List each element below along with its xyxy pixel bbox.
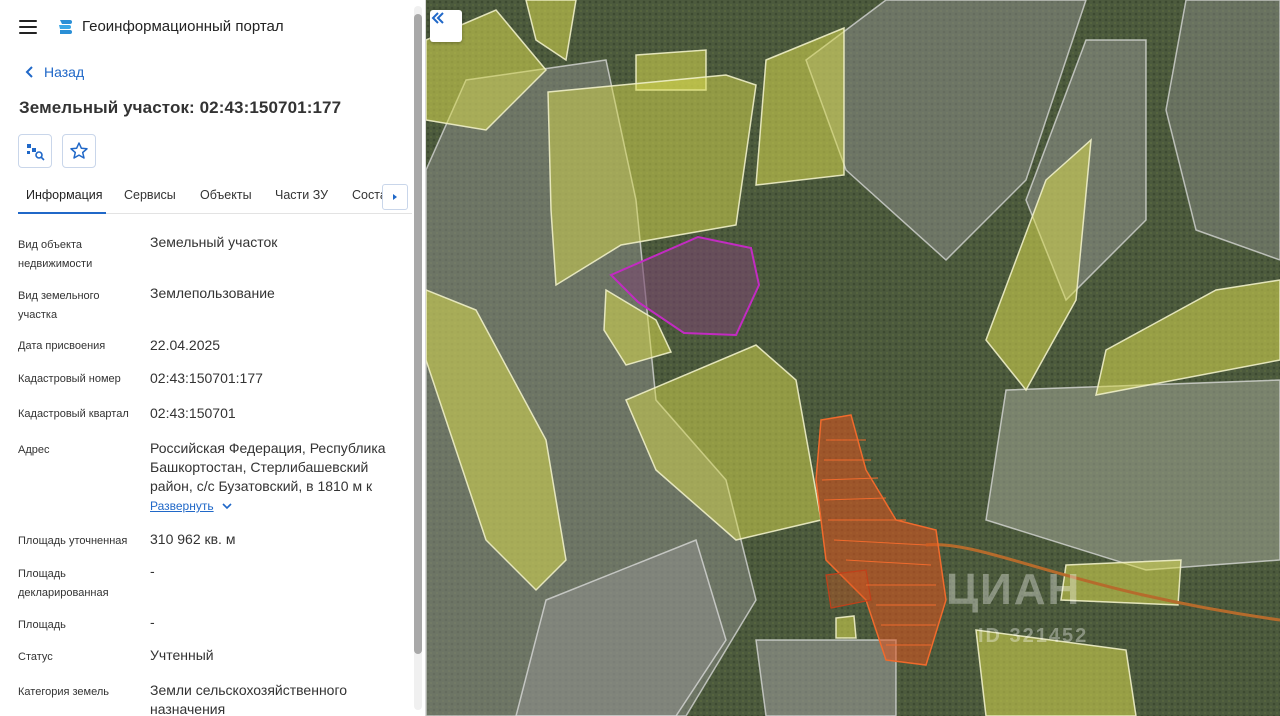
map-view[interactable]: ЦИАН ID 321452 (426, 0, 1280, 716)
chevron-down-icon (222, 503, 232, 510)
favorite-button[interactable] (62, 134, 96, 168)
watermark-id-text: ID 321452 (978, 625, 1089, 647)
field-label: Статус (18, 651, 53, 663)
field-label: Кадастровый номер (18, 373, 121, 385)
expand-address-link[interactable]: Развернуть (150, 499, 234, 513)
star-icon (70, 142, 88, 159)
scrollbar-thumb[interactable] (414, 14, 422, 654)
field-label: Площадь уточненная (18, 535, 128, 547)
tab-bar: Информация Сервисы Объекты Части ЗУ Сост… (18, 180, 412, 214)
parcel-polygon[interactable] (755, 639, 897, 716)
collapse-panel-button[interactable] (430, 10, 462, 42)
field-label: Адрес (18, 444, 50, 456)
field-value: Учтенный (150, 647, 214, 663)
back-label: Назад (44, 64, 85, 80)
portal-logo-icon (59, 20, 72, 34)
field-value: 22.04.2025 (150, 337, 221, 353)
field-label: Вид земельного участка (18, 290, 100, 321)
field-label: Дата присвоения (18, 340, 106, 352)
field-polygon[interactable] (835, 615, 857, 639)
chevron-left-icon (25, 66, 33, 78)
tab-information[interactable]: Информация (26, 188, 103, 202)
panel-scrollbar[interactable] (414, 6, 422, 710)
double-chevron-left-icon (431, 12, 444, 24)
field-label: Кадастровый квартал (18, 408, 129, 420)
watermark-text: ЦИАН (946, 565, 1082, 614)
field-value: 02:43:150701:177 (150, 370, 263, 386)
field-value: - (150, 563, 155, 579)
field-value: 310 962 кв. м (150, 531, 236, 547)
field-value: Земли сельскохозяйственного назначения (150, 682, 348, 716)
map-search-icon (27, 144, 45, 161)
menu-icon[interactable] (19, 20, 37, 34)
expand-label: Развернуть (150, 499, 214, 513)
tabs-scroll-right-button[interactable] (382, 184, 408, 210)
locate-on-map-button[interactable] (18, 134, 52, 168)
tab-services[interactable]: Сервисы (124, 188, 176, 202)
page-title: Земельный участок: 02:43:150701:177 (19, 98, 342, 117)
satellite-map[interactable] (426, 0, 1280, 716)
field-value: 02:43:150701 (150, 405, 236, 421)
field-label: Категория земель (18, 686, 109, 698)
info-panel: Геоинформационный портал Назад Земельный… (0, 0, 426, 716)
field-value: - (150, 614, 155, 630)
tab-objects[interactable]: Объекты (200, 188, 252, 202)
back-link[interactable]: Назад (22, 64, 84, 80)
field-value: Землепользование (150, 285, 275, 301)
field-label: Площадь декларированная (18, 568, 109, 599)
active-tab-indicator (18, 212, 106, 214)
field-value: Российская Федерация, Республика Башкорт… (150, 440, 386, 494)
field-value: Земельный участок (150, 234, 278, 250)
portal-title: Геоинформационный портал (82, 18, 284, 35)
top-bar: Геоинформационный портал (0, 0, 414, 54)
caret-right-icon (393, 194, 397, 200)
field-label: Площадь (18, 619, 66, 631)
tab-parcel-parts[interactable]: Части ЗУ (275, 188, 328, 202)
field-label: Вид объекта недвижимости (18, 239, 93, 270)
